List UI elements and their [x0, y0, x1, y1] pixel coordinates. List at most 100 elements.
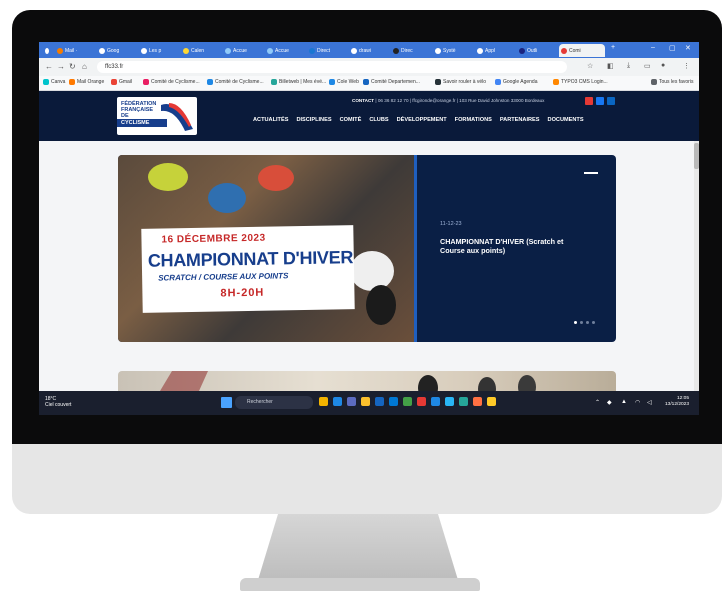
forward-icon[interactable]: → — [57, 62, 65, 71]
taskbar-app-icon[interactable] — [459, 397, 468, 406]
new-tab-button[interactable]: + — [611, 44, 615, 51]
bookmarks-all-folder[interactable]: Tous les favoris — [651, 79, 693, 85]
poster-title: CHAMPIONNAT D'HIVER — [147, 247, 354, 271]
menu-kebab-icon[interactable]: ⋮ — [683, 62, 690, 70]
poster-time: 8H-20H — [220, 286, 265, 300]
rider-shape — [208, 183, 246, 213]
ffc-logo[interactable]: FÉDÉRATION FRANÇAISE DE CYCLISME — [117, 97, 197, 135]
bookmark-item[interactable]: Mail Orange — [69, 79, 104, 85]
slider-dot[interactable] — [592, 321, 595, 324]
back-icon[interactable]: ← — [45, 62, 53, 71]
hero-menu-icon[interactable] — [584, 172, 598, 174]
taskbar-app-icon[interactable] — [333, 397, 342, 406]
browser-tab[interactable]: Goog — [97, 44, 137, 57]
nav-formations[interactable]: FORMATIONS — [455, 117, 492, 123]
taskbar-app-icon[interactable] — [431, 397, 440, 406]
hero-slider[interactable]: 16 DÉCEMBRE 2023 CHAMPIONNAT D'HIVER SCR… — [118, 155, 616, 342]
event-poster: 16 DÉCEMBRE 2023 CHAMPIONNAT D'HIVER SCR… — [141, 225, 355, 313]
rider-shape — [258, 165, 294, 191]
taskbar-search[interactable]: Rechercher — [235, 396, 313, 409]
browser-tab[interactable]: Accue — [223, 44, 263, 57]
browser-tab[interactable]: Les p — [139, 44, 179, 57]
home-icon[interactable]: ⌂ — [82, 62, 87, 71]
browser-tab[interactable]: Systè — [433, 44, 473, 57]
taskbar-app-icon[interactable] — [417, 397, 426, 406]
address-bar-row: ← → ↻ ⌂ ffc33.fr ☆ ◧ ⤓ ▭ ● ⋮ — [39, 58, 699, 76]
speaker-icon[interactable]: ◁ — [647, 399, 652, 406]
browser-tab[interactable]: Mail · — [55, 44, 95, 57]
nav-partenaires[interactable]: PARTENAIRES — [500, 117, 540, 123]
logo-swoosh-icon — [161, 103, 193, 131]
weather-widget[interactable]: 18°C Ciel couvert — [45, 396, 71, 408]
page-content: 16 DÉCEMBRE 2023 CHAMPIONNAT D'HIVER SCR… — [39, 141, 699, 411]
nav-clubs[interactable]: CLUBS — [369, 117, 388, 123]
page-scrollbar[interactable] — [694, 141, 699, 391]
clock-date: 13/12/2023 — [665, 402, 690, 407]
hero-title-link[interactable]: CHAMPIONNAT D'HIVER (Scratch et Course a… — [440, 237, 590, 255]
browser-tab[interactable]: Direc — [391, 44, 431, 57]
sidepanel-icon[interactable]: ▭ — [644, 62, 651, 70]
scroll-thumb[interactable] — [694, 143, 699, 169]
bookmark-item[interactable]: Comité de Cyclisme... — [143, 79, 200, 85]
facebook-icon[interactable] — [596, 97, 604, 105]
maximize-icon[interactable]: ▢ — [669, 44, 676, 52]
profile-icon[interactable]: ● — [661, 62, 665, 69]
tab-search-icon[interactable] — [43, 44, 53, 57]
taskbar-app-icon[interactable] — [445, 397, 454, 406]
bookmark-item[interactable]: Comité Departemen... — [363, 79, 420, 85]
bookmark-item[interactable]: Cole Web — [329, 79, 359, 85]
taskbar-app-icon[interactable] — [487, 397, 496, 406]
bookmark-item[interactable]: Canva — [43, 79, 65, 85]
taskbar-app-icon[interactable] — [319, 397, 328, 406]
taskbar-app-icon[interactable] — [361, 397, 370, 406]
browser-tab[interactable]: Accue — [265, 44, 305, 57]
download-icon[interactable]: ⤓ — [627, 62, 630, 70]
nav-disciplines[interactable]: DISCIPLINES — [296, 117, 331, 123]
slider-dot[interactable] — [580, 321, 583, 324]
browser-tab[interactable]: Appl — [475, 44, 515, 57]
taskbar-app-icon[interactable] — [389, 397, 398, 406]
browser-tab[interactable]: drawi — [349, 44, 389, 57]
nav-documents[interactable]: DOCUMENTS — [548, 117, 584, 123]
bookmark-item[interactable]: Comité de Cyclisme... — [207, 79, 264, 85]
main-nav: ACTUALITÉS DISCIPLINES COMITÉ CLUBS DÉVE… — [253, 117, 584, 123]
wifi-icon[interactable]: ◠ — [635, 399, 640, 406]
browser-tab[interactable]: Calen — [181, 44, 221, 57]
taskbar-app-icon[interactable] — [347, 397, 356, 406]
taskbar-clock[interactable]: 12:05 13/12/2023 — [665, 396, 689, 408]
minimize-icon[interactable]: – — [651, 44, 655, 51]
screen: Mail · Goog Les p Calen Accue Accue Dire… — [39, 42, 699, 415]
hero-photo: 16 DÉCEMBRE 2023 CHAMPIONNAT D'HIVER SCR… — [118, 155, 416, 342]
bookmark-item[interactable]: Billetweb | Mes évé... — [271, 79, 326, 85]
browser-tab-active[interactable]: Comi — [559, 44, 605, 57]
taskbar-app-icon[interactable] — [473, 397, 482, 406]
browser-tab[interactable]: Direct — [307, 44, 347, 57]
slider-dot[interactable] — [586, 321, 589, 324]
close-window-icon[interactable]: ✕ — [685, 44, 691, 52]
taskbar-app-icon[interactable] — [403, 397, 412, 406]
tray-chevron-icon[interactable]: ⌃ — [595, 399, 600, 406]
instagram-icon[interactable] — [585, 97, 593, 105]
linkedin-icon[interactable] — [607, 97, 615, 105]
start-button[interactable] — [221, 397, 232, 408]
bookmark-item[interactable]: Savoir rouler à vélo — [435, 79, 486, 85]
rider-shape — [350, 251, 394, 291]
reload-icon[interactable]: ↻ — [69, 62, 76, 71]
taskbar-app-icon[interactable] — [375, 397, 384, 406]
bookmark-item[interactable]: TYPO3 CMS Login... — [553, 79, 608, 85]
extensions-icon[interactable]: ◧ — [607, 62, 614, 70]
nav-developpement[interactable]: DÉVELOPPEMENT — [397, 117, 447, 123]
contact-label[interactable]: CONTACT — [352, 98, 374, 103]
browser-tab[interactable]: Outli — [517, 44, 557, 57]
slider-dot[interactable] — [574, 321, 577, 324]
bookmark-item[interactable]: Google Agenda — [495, 79, 537, 85]
tray-app-icon[interactable]: ◆ — [607, 399, 612, 406]
bookmark-item[interactable]: Gmail — [111, 79, 132, 85]
nav-actualites[interactable]: ACTUALITÉS — [253, 117, 288, 123]
tray-app-icon[interactable]: ▲ — [621, 399, 627, 405]
taskbar: 18°C Ciel couvert Rechercher ⌃ ◆ ▲ ◠ ◁ 1… — [39, 391, 699, 415]
bookmark-star-icon[interactable]: ☆ — [587, 62, 593, 70]
nav-comite[interactable]: COMITÉ — [340, 117, 362, 123]
url-input[interactable]: ffc33.fr — [97, 61, 567, 73]
poster-subtitle: SCRATCH / COURSE AUX POINTS — [158, 271, 289, 283]
